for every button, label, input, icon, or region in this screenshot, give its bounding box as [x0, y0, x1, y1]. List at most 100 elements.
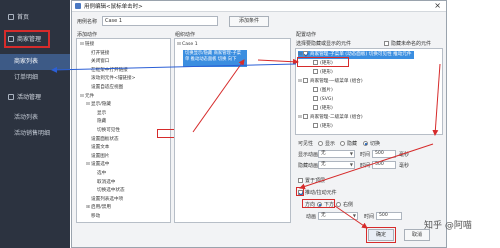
add-action-label: 设置列表选中项 [91, 196, 124, 202]
close-icon[interactable]: × [434, 1, 441, 11]
checkbox-icon[interactable] [303, 114, 308, 119]
hide-unnamed-checkbox[interactable]: 隐藏未命名的元件 [384, 40, 431, 47]
widget-tree-item[interactable]: (矩形) [308, 69, 333, 77]
widget-tree-item[interactable]: ⊟ 商家管理-一级菜单 (组合) [298, 78, 363, 86]
case-name-input[interactable]: Case 1 [102, 16, 218, 26]
dialog-title: 用例编辑<鼠标单击时> [84, 4, 143, 10]
add-action-label: 在框架中打开链接 [91, 67, 128, 73]
checkbox-icon[interactable] [313, 87, 318, 92]
sidebar-item-label: 首页 [17, 14, 30, 21]
add-action-label: 链接 [85, 42, 95, 47]
sidebar-item-label: 活动管理 [17, 94, 42, 101]
chevron-down-icon: ▼ [349, 162, 353, 167]
checkbox-icon[interactable] [313, 123, 318, 128]
widget-label: 商家管理-二级菜单 (组合) [310, 115, 363, 120]
time-label-2: 时间 [360, 163, 371, 169]
widget-tree-item[interactable]: (图片) [308, 87, 333, 95]
add-action-item[interactable]: 滚动到元件<锚链接> [86, 75, 135, 83]
push-anim-select[interactable]: 无 ▼ [318, 212, 358, 220]
add-action-item[interactable]: 显示 [92, 110, 106, 118]
sidebar-item-activity-mgmt[interactable]: 活动管理 [0, 90, 70, 106]
checkbox-icon [384, 41, 389, 46]
add-action-item[interactable]: 设置面板状态 [86, 136, 119, 144]
hide-time-input[interactable]: 500 [372, 161, 396, 169]
home-icon [8, 14, 14, 20]
add-action-label: 元件 [85, 93, 95, 99]
show-time-input[interactable]: 500 [372, 150, 396, 158]
checkbox-icon[interactable] [313, 96, 318, 101]
add-condition-button[interactable]: 添加条件 [229, 16, 269, 27]
anim2-label: 动画 [306, 214, 317, 220]
sidebar-item-home[interactable]: 首页 [0, 10, 70, 26]
sidebar-item-label: 订单明细 [14, 74, 39, 81]
add-action-label: 移动 [91, 214, 101, 219]
bring-front-checkbox[interactable]: 置于顶层 [298, 177, 325, 184]
add-action-item[interactable]: ⊟链接 [80, 41, 94, 49]
add-action-item[interactable]: ⊟元件 [80, 93, 94, 101]
toggle-radio[interactable]: 切换 [363, 140, 380, 147]
add-action-item[interactable]: 隐藏 [92, 118, 106, 126]
chevron-down-icon: ▼ [352, 213, 356, 218]
sidebar-item-activity-sales[interactable]: 活动销售明细 [0, 126, 70, 142]
add-action-item[interactable]: 取消选中 [92, 179, 115, 187]
add-action-label: 滚动到元件<锚链接> [91, 76, 136, 82]
case-node[interactable]: ⊟Case 1 [177, 41, 198, 49]
hide-anim-select[interactable]: 无 ▼ [318, 161, 355, 169]
toggle-action-item[interactable]: 切换显示/隐藏 商家管理-子菜单 推动动态面板 切换 向下 [183, 50, 247, 67]
add-action-label: 显示 [97, 110, 107, 116]
show-anim-select[interactable]: 无 ▼ [318, 150, 355, 158]
push-widgets-label: 推动/拉动元件 [305, 190, 337, 196]
checkbox-icon[interactable] [303, 78, 308, 83]
widget-tree-item[interactable]: (矩形) [308, 123, 333, 131]
right-label: 右侧 [343, 202, 354, 208]
add-action-label: 取消选中 [97, 179, 116, 185]
config-action-title: 配置动作 [296, 32, 317, 38]
add-action-item[interactable]: 切换可见性 [92, 127, 120, 135]
add-action-item[interactable]: 设置图片 [86, 153, 109, 161]
add-action-item[interactable]: 设置自适应视图 [86, 84, 123, 92]
add-action-item[interactable]: ⊟设置选中 [86, 161, 109, 169]
time-label: 时间 [360, 152, 371, 158]
show-radio[interactable]: 显示 [318, 140, 335, 147]
add-action-label: 设置文本 [91, 145, 110, 151]
add-action-item[interactable]: 选中 [92, 170, 106, 178]
add-action-item[interactable]: ⊞启用/禁用 [86, 204, 111, 212]
show-anim-label: 显示动画 [298, 152, 319, 158]
widget-highlight [297, 57, 349, 67]
widget-label: (SVG) [320, 97, 334, 102]
toggle-label: 切换 [370, 141, 381, 147]
add-action-item[interactable]: 移动 [86, 213, 100, 221]
push-checkbox-highlight [296, 187, 304, 196]
show-label: 显示 [325, 141, 336, 147]
dialog-titlebar: 用例编辑<鼠标单击时> × [72, 1, 446, 12]
sidebar-item-merchant-list[interactable]: 商家列表 [0, 54, 70, 70]
right-radio[interactable]: 右侧 [336, 201, 353, 208]
hide-radio[interactable]: 隐藏 [340, 140, 357, 147]
ms-label: 毫秒 [399, 152, 410, 158]
choose-widget-label: 选择要隐藏或显示的元件 [296, 41, 352, 47]
checkbox-icon[interactable] [313, 69, 318, 74]
add-action-item[interactable]: 设置文本 [86, 144, 109, 152]
add-action-item[interactable]: 切换选中状态 [92, 187, 125, 195]
widget-tree-item[interactable]: ⊟ 商家管理-二级菜单 (组合) [298, 114, 363, 122]
widget-tree-item[interactable]: (矩形) [308, 105, 333, 113]
checkbox-icon[interactable] [313, 105, 318, 110]
case-name-label: 用例名称 [77, 19, 98, 25]
push-time-input[interactable]: 500 [376, 212, 402, 220]
widget-tree-item[interactable]: (SVG) [308, 96, 333, 104]
add-action-item[interactable]: ⊟显示/隐藏 [86, 101, 111, 109]
case-editor-dialog: 用例编辑<鼠标单击时> × 用例名称 Case 1 添加条件 添加动作 组织动作… [71, 0, 447, 248]
add-action-item[interactable]: 在框架中打开链接 [86, 67, 128, 75]
activity-icon [8, 94, 14, 100]
sidebar-item-order-detail[interactable]: 订单明细 [0, 70, 70, 86]
time2-label: 时间 [364, 214, 375, 220]
add-action-item[interactable]: 打开链接 [86, 50, 109, 58]
sidebar-item-activity-list[interactable]: 活动列表 [0, 110, 70, 126]
ok-highlight [366, 227, 396, 243]
checkbox-checked-icon[interactable] [303, 51, 308, 56]
add-action-item[interactable]: 设置列表选中项 [86, 196, 123, 204]
radio-selected-icon [363, 141, 368, 146]
direction-highlight [302, 199, 335, 208]
add-action-item[interactable]: 关闭窗口 [86, 58, 109, 66]
show-anim-value: 无 [321, 151, 326, 156]
